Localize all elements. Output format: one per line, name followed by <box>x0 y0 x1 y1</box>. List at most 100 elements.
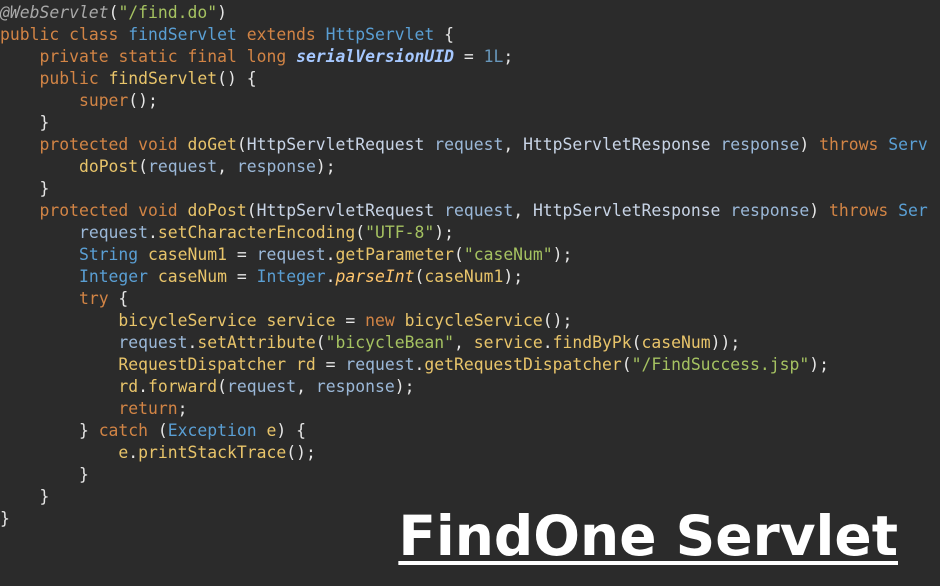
code-token: . <box>128 443 139 462</box>
code-token: return <box>118 399 178 418</box>
code-token: public <box>39 69 109 88</box>
code-token: request <box>256 245 326 264</box>
code-token: private <box>39 47 119 66</box>
code-token: HttpServletResponse <box>532 201 731 220</box>
code-token: { <box>108 289 129 308</box>
code-token: parseInt <box>335 267 415 286</box>
code-token: Serv <box>888 135 928 154</box>
code-token: serialVersionUID <box>296 47 454 66</box>
code-token: } <box>0 421 99 440</box>
code-token: caseNum <box>157 267 227 286</box>
code-line: protected void doPost(HttpServletRequest… <box>0 200 940 222</box>
code-token: caseNum <box>641 333 711 352</box>
code-token: ( <box>236 135 247 154</box>
code-token: Integer <box>78 267 158 286</box>
code-token: HttpServlet <box>325 25 435 44</box>
code-line: @WebServlet("/find.do") <box>0 2 940 24</box>
code-token: . <box>542 333 553 352</box>
code-block: @WebServlet("/find.do") public class find… <box>0 2 940 530</box>
code-token: . <box>148 223 158 242</box>
code-token: void <box>138 201 188 220</box>
code-token: } <box>0 179 50 198</box>
code-token: ) <box>809 201 830 220</box>
code-token: bicycleService <box>118 311 267 330</box>
code-token: . <box>325 245 336 264</box>
code-line: } <box>0 178 940 200</box>
code-token: ) <box>799 135 820 154</box>
code-line: private static final long serialVersionU… <box>0 46 940 68</box>
code-token: HttpServletRequest <box>256 201 445 220</box>
code-line: public findServlet() { <box>0 68 940 90</box>
code-line: e.printStackTrace(); <box>0 442 940 464</box>
code-token: void <box>138 135 188 154</box>
code-token: "/FindSuccess.jsp" <box>631 355 810 374</box>
code-line: } catch (Exception e) { <box>0 420 940 442</box>
code-editor: @WebServlet("/find.do") public class find… <box>0 0 940 586</box>
code-token: rd <box>118 377 139 396</box>
code-token: ( <box>138 157 149 176</box>
code-token: ); <box>809 355 829 374</box>
code-token: "/find.do" <box>118 3 218 22</box>
code-token: ) { <box>276 421 306 440</box>
code-token: protected <box>39 135 139 154</box>
code-line: protected void doGet(HttpServletRequest … <box>0 134 940 156</box>
code-line: public class findServlet extends HttpSer… <box>0 24 940 46</box>
code-token: ( <box>315 333 326 352</box>
code-token: = <box>453 47 484 66</box>
code-token: { <box>434 25 454 44</box>
code-token: . <box>187 333 198 352</box>
code-token: "caseNum" <box>463 245 553 264</box>
code-token: request <box>345 355 415 374</box>
code-token: try <box>78 289 109 308</box>
code-token: request <box>118 333 188 352</box>
code-token: getParameter <box>335 245 454 264</box>
code-token: new <box>365 311 405 330</box>
code-line: super(); <box>0 90 940 112</box>
code-token: findByPk <box>552 333 632 352</box>
code-line: rd.forward(request, response); <box>0 376 940 398</box>
code-token: = <box>226 267 257 286</box>
code-token: @WebServlet <box>0 3 109 22</box>
code-token: HttpServletRequest <box>246 135 435 154</box>
code-token: ; <box>177 399 188 418</box>
code-token: , <box>217 157 237 176</box>
code-token: , <box>513 201 533 220</box>
code-token: doPost <box>187 201 247 220</box>
code-token: RequestDispatcher <box>118 355 297 374</box>
code-token: ( <box>246 201 257 220</box>
code-line: return; <box>0 398 940 420</box>
code-token: ( <box>621 355 632 374</box>
code-line: } <box>0 464 940 486</box>
code-token: , <box>503 135 524 154</box>
code-token: caseNum1 <box>148 245 227 264</box>
code-token: bicycleService <box>404 311 543 330</box>
code-token: forward <box>148 377 218 396</box>
code-line: Integer caseNum = Integer.parseInt(caseN… <box>0 266 940 288</box>
code-token: request <box>148 157 218 176</box>
code-token: rd <box>296 355 316 374</box>
code-line: bicycleService service = new bicycleServ… <box>0 310 940 332</box>
code-line: request.setCharacterEncoding("UTF-8"); <box>0 222 940 244</box>
code-token: e <box>118 443 129 462</box>
code-token: ); <box>552 245 573 264</box>
code-token: = <box>315 355 346 374</box>
code-line: } <box>0 112 940 134</box>
code-token: (); <box>542 311 573 330</box>
code-token: } <box>0 113 50 132</box>
code-token: Ser <box>898 201 928 220</box>
code-token: caseNum1 <box>424 267 504 286</box>
code-token: final <box>187 47 247 66</box>
code-token: service <box>473 333 543 352</box>
code-token: doPost <box>78 157 139 176</box>
code-token: catch <box>98 421 158 440</box>
code-token: String <box>78 245 149 264</box>
code-token: ( <box>355 223 366 242</box>
